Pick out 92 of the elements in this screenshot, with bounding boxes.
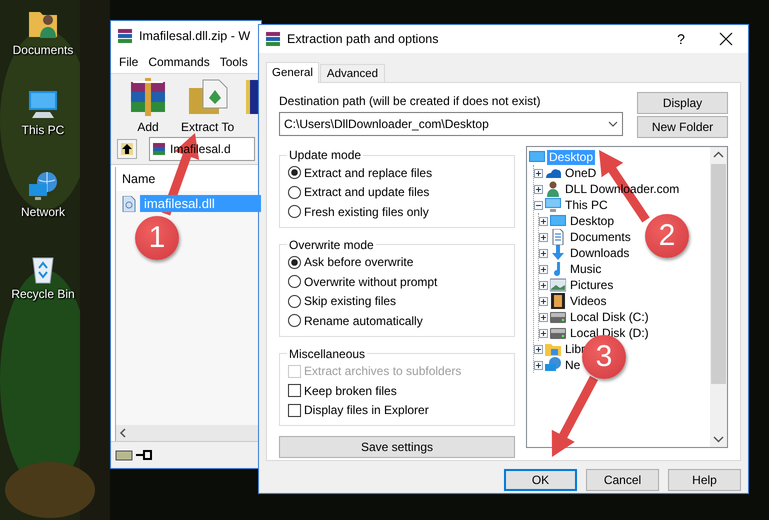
dialog-title: Extraction path and options <box>287 32 440 46</box>
expand-icon[interactable] <box>539 296 548 306</box>
option-label: Fresh existing files only <box>304 204 429 219</box>
radio-button[interactable] <box>288 186 301 199</box>
radio-button[interactable] <box>288 314 301 328</box>
expand-icon[interactable] <box>539 232 548 242</box>
path-combo-box[interactable]: C:\Users\DllDownloader_com\Desktop <box>279 112 623 136</box>
desktop-icon-label[interactable]: Network <box>20 205 65 219</box>
key-icon <box>136 450 152 460</box>
option-label: Ask before overwrite <box>304 255 414 270</box>
downloads-icon <box>550 245 566 261</box>
desktop-icon-label[interactable]: This PC <box>22 123 64 137</box>
field-label: Destination path (will be created if does not exist) <box>279 94 542 108</box>
expand-icon[interactable] <box>539 264 548 274</box>
videos-icon <box>550 293 566 309</box>
pc-icon <box>545 197 561 213</box>
group-title: Update mode <box>288 148 362 162</box>
option-label: Skip existing files <box>304 294 396 308</box>
expand-icon[interactable] <box>539 248 548 258</box>
desktop-icon <box>529 149 545 165</box>
dropdown-icon <box>608 121 618 127</box>
expand-icon[interactable] <box>534 360 543 370</box>
side-button[interactable]: New Folder <box>637 116 728 138</box>
up-button[interactable] <box>117 139 137 159</box>
tab[interactable]: General <box>266 62 319 83</box>
desktop-icon <box>550 213 566 229</box>
side-button[interactable]: Display <box>637 92 728 114</box>
file-icon <box>122 196 136 212</box>
tree-item[interactable]: Local Disk (C:) <box>568 310 651 324</box>
expand-icon[interactable] <box>534 168 543 178</box>
network-icon <box>545 357 561 373</box>
radio-button[interactable] <box>288 294 301 308</box>
dialog-button[interactable]: Cancel <box>586 469 659 491</box>
archive-icon <box>265 31 281 47</box>
toolbar-button[interactable]: Add <box>125 74 171 134</box>
option-label: Extract archives to subfolders <box>304 364 462 378</box>
radio-button[interactable] <box>288 166 301 180</box>
radio-button[interactable] <box>288 205 301 218</box>
dialog-button[interactable]: Help <box>668 469 741 491</box>
archive-icon <box>152 142 166 156</box>
horizontal-scrollbar[interactable] <box>116 425 261 441</box>
save-settings-button[interactable]: Save settings <box>279 436 515 458</box>
expand-icon[interactable] <box>534 184 543 194</box>
tree-item[interactable]: This PC <box>563 198 610 212</box>
pc-icon[interactable] <box>27 88 59 120</box>
close-icon <box>719 32 733 46</box>
expand-icon[interactable] <box>534 344 543 354</box>
radio-button[interactable] <box>288 275 301 288</box>
expand-icon[interactable] <box>539 216 548 226</box>
option-label: Extract and update files <box>304 185 430 200</box>
dialog-button[interactable]: OK <box>504 469 577 491</box>
group-title: Miscellaneous <box>288 346 366 360</box>
expand-icon[interactable] <box>539 312 548 322</box>
help-button[interactable]: ? <box>666 31 696 47</box>
library-icon <box>545 341 561 357</box>
toolbar-button[interactable]: Extract To <box>181 74 234 134</box>
option-label: Display files in Explorer <box>304 403 429 418</box>
tree-item[interactable]: Documents <box>568 230 633 244</box>
archive-icon <box>117 28 133 44</box>
menu-item[interactable]: Tools <box>220 55 248 69</box>
group-title: Overwrite mode <box>288 238 375 252</box>
tree-item[interactable]: Ne <box>563 358 582 372</box>
menu-item[interactable]: File <box>119 55 138 69</box>
vertical-scrollbar[interactable] <box>710 147 727 447</box>
up-arrow-icon <box>121 143 133 155</box>
option-label: Rename automatically <box>304 314 423 328</box>
pictures-icon <box>550 277 566 293</box>
expand-icon[interactable] <box>539 328 548 338</box>
option-label: Keep broken files <box>304 384 397 398</box>
network-icon[interactable] <box>27 170 59 202</box>
drive-icon <box>115 449 133 461</box>
desktop-icon-label[interactable]: Documents <box>12 43 74 57</box>
checkbox[interactable] <box>288 384 301 398</box>
tree-item[interactable]: Videos <box>568 294 608 308</box>
tree-item[interactable]: Pictures <box>568 278 616 292</box>
radio-button[interactable] <box>288 256 301 269</box>
checkbox[interactable] <box>288 404 301 417</box>
tree-item[interactable]: OneD <box>563 166 598 180</box>
menu-item[interactable]: Commands <box>148 55 210 69</box>
option-label: Overwrite without prompt <box>304 274 438 289</box>
expand-icon[interactable] <box>539 280 548 290</box>
collapse-icon[interactable] <box>534 200 543 210</box>
tree-item[interactable]: Downloads <box>568 246 632 260</box>
tree-item[interactable]: Desktop <box>568 214 616 228</box>
user-icon <box>545 181 561 197</box>
column-header[interactable]: Name <box>122 172 156 186</box>
desktop-icon-label[interactable]: Recycle Bin <box>11 287 75 301</box>
documents-icon <box>550 229 566 245</box>
tree-item[interactable]: Music <box>568 262 604 276</box>
window-title: Imafilesal.dll.zip - W <box>139 29 250 43</box>
option-label: Extract and replace files <box>304 166 432 180</box>
tab[interactable]: Advanced <box>320 64 386 82</box>
